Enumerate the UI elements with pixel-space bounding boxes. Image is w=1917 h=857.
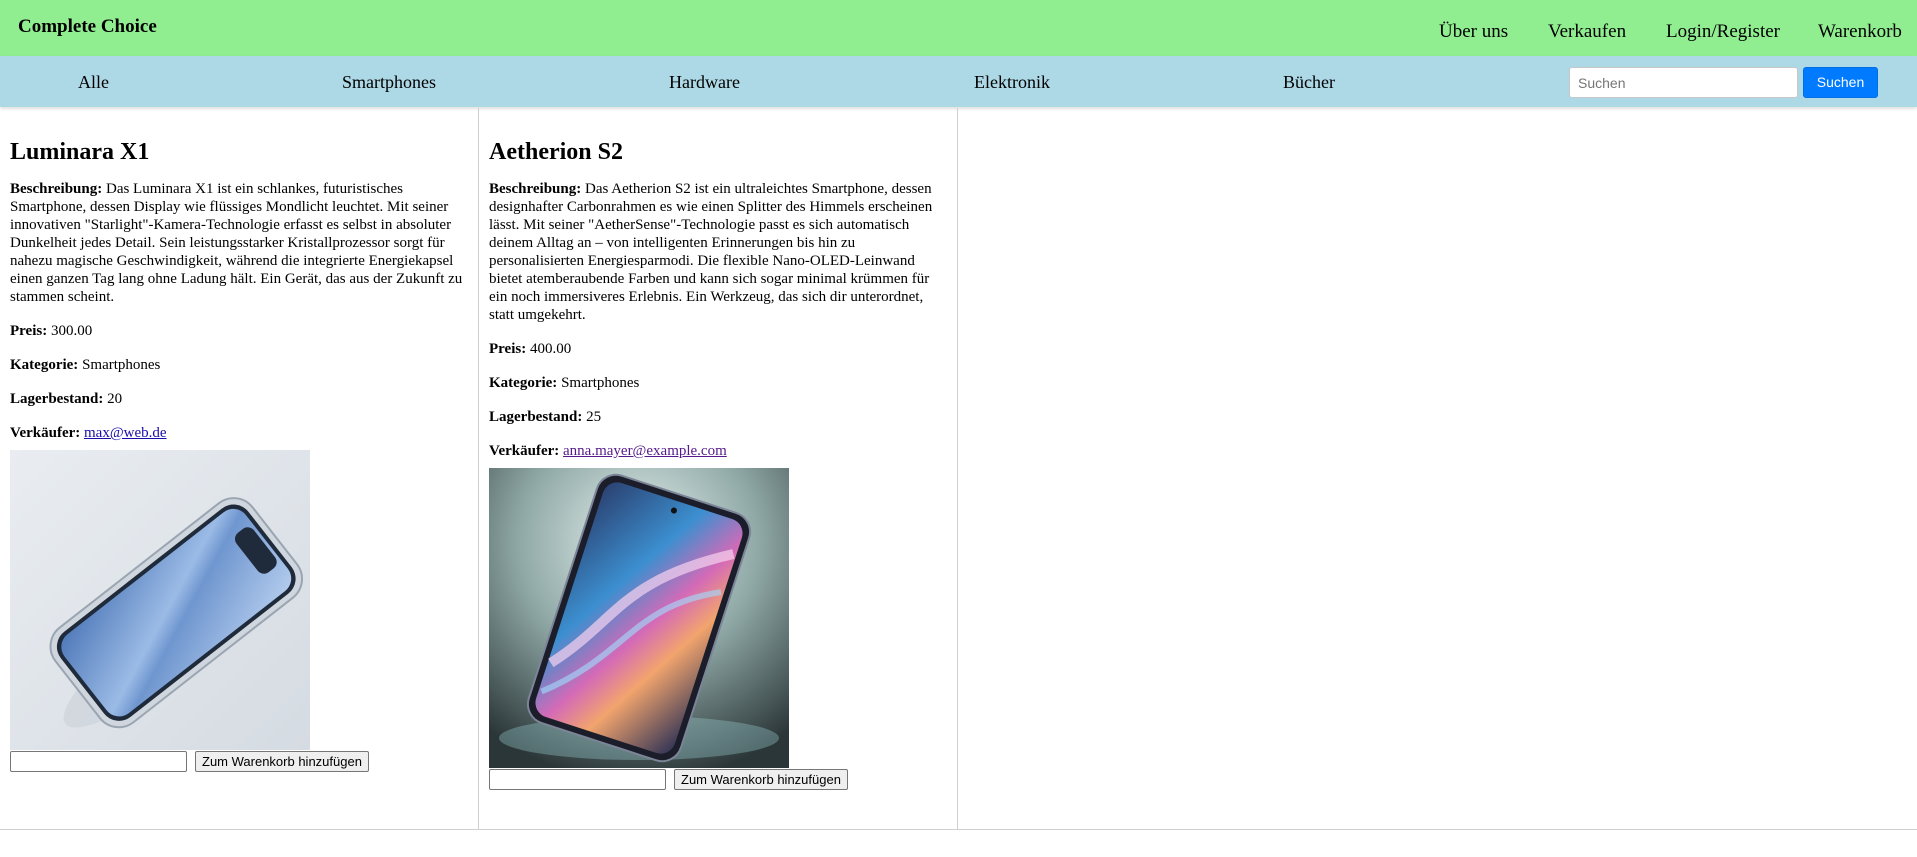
category-label: Kategorie: [489, 375, 558, 391]
product-price: Preis: 400.00 [489, 340, 947, 358]
category-value: Smartphones [561, 375, 640, 391]
product-card: Luminara X1 Beschreibung: Das Luminara X… [0, 108, 479, 829]
add-to-cart-row: Zum Warenkorb hinzufügen [489, 769, 947, 791]
search-button[interactable]: Suchen [1803, 67, 1878, 98]
nav-cart-link[interactable]: Warenkorb [1818, 21, 1902, 43]
product-card: Aetherion S2 Beschreibung: Das Aetherion… [479, 108, 958, 829]
product-category: Kategorie: Smartphones [489, 374, 947, 392]
product-title: Aetherion S2 [489, 139, 623, 165]
nav-login-link[interactable]: Login/Register [1666, 21, 1780, 43]
stock-value: 20 [107, 391, 123, 407]
description-label: Beschreibung: [489, 181, 582, 197]
seller-email-link[interactable]: anna.mayer@example.com [563, 443, 727, 459]
smartphone-product-image [489, 468, 789, 768]
seller-label: Verkäufer: [10, 425, 81, 441]
category-bar: Alle Smartphones Hardware Elektronik Büc… [0, 56, 1917, 107]
product-price: Preis: 300.00 [10, 322, 468, 340]
site-brand[interactable]: Complete Choice [18, 16, 157, 38]
description-text: Das Luminara X1 ist ein schlankes, futur… [10, 181, 463, 305]
quantity-input[interactable] [489, 769, 666, 790]
footer-divider [0, 829, 1917, 830]
product-title: Luminara X1 [10, 139, 150, 165]
category-smartphones[interactable]: Smartphones [342, 71, 436, 93]
stock-value: 25 [586, 409, 602, 425]
product-category: Kategorie: Smartphones [10, 356, 468, 374]
description-text: Das Aetherion S2 ist ein ultraleichtes S… [489, 181, 933, 323]
product-stock: Lagerbestand: 20 [10, 390, 468, 408]
nav-sell-link[interactable]: Verkaufen [1548, 21, 1626, 43]
category-value: Smartphones [82, 357, 161, 373]
top-header: Complete Choice Über uns Verkaufen Login… [0, 0, 1917, 56]
category-all[interactable]: Alle [78, 71, 109, 93]
seller-email-link[interactable]: max@web.de [84, 425, 167, 441]
search-input[interactable] [1569, 67, 1798, 98]
price-value: 400.00 [529, 341, 572, 357]
category-label: Kategorie: [10, 357, 79, 373]
product-seller: Verkäufer: anna.mayer@example.com [489, 442, 947, 460]
add-to-cart-button[interactable]: Zum Warenkorb hinzufügen [195, 751, 369, 772]
category-books[interactable]: Bücher [1283, 71, 1335, 93]
product-stock: Lagerbestand: 25 [489, 408, 947, 426]
stock-label: Lagerbestand: [10, 391, 104, 407]
nav-about-link[interactable]: Über uns [1439, 21, 1508, 43]
category-electronics[interactable]: Elektronik [974, 71, 1050, 93]
add-to-cart-row: Zum Warenkorb hinzufügen [10, 751, 468, 773]
seller-label: Verkäufer: [489, 443, 560, 459]
quantity-input[interactable] [10, 751, 187, 772]
price-label: Preis: [489, 341, 527, 357]
add-to-cart-button[interactable]: Zum Warenkorb hinzufügen [674, 769, 848, 790]
smartphone-product-image [10, 450, 310, 750]
product-description: Beschreibung: Das Aetherion S2 ist ein u… [489, 180, 947, 324]
product-seller: Verkäufer: max@web.de [10, 424, 468, 442]
product-description: Beschreibung: Das Luminara X1 ist ein sc… [10, 180, 468, 306]
stock-label: Lagerbestand: [489, 409, 583, 425]
price-label: Preis: [10, 323, 48, 339]
description-label: Beschreibung: [10, 181, 103, 197]
price-value: 300.00 [50, 323, 93, 339]
category-hardware[interactable]: Hardware [669, 71, 740, 93]
